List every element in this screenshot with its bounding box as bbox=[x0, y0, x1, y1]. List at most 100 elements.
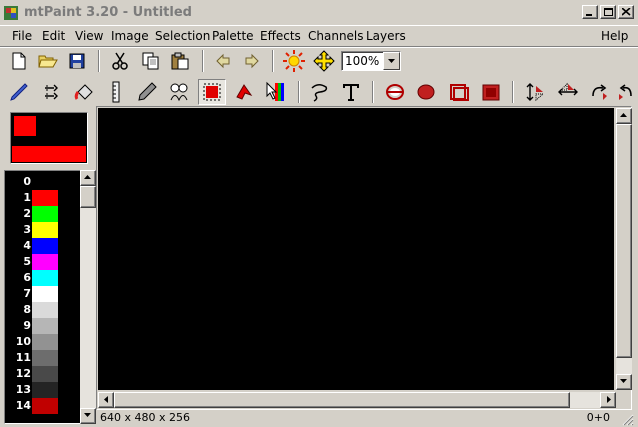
menu-selection[interactable]: Selection bbox=[155, 29, 210, 43]
zoom-dropdown-button[interactable] bbox=[383, 52, 400, 70]
select-tool[interactable] bbox=[198, 79, 226, 105]
flood-fill-tool[interactable] bbox=[72, 80, 96, 104]
palette-color-swatch[interactable] bbox=[32, 270, 58, 286]
canvas-scroll-down-button[interactable] bbox=[616, 374, 632, 390]
menu-layers[interactable]: Layers bbox=[366, 29, 406, 43]
palette-color-swatch[interactable] bbox=[32, 222, 58, 238]
flip-horizontal-button[interactable] bbox=[556, 80, 580, 104]
minimize-button[interactable] bbox=[582, 5, 598, 19]
palette-entry[interactable]: 5 bbox=[5, 254, 81, 270]
palette-scroll-thumb[interactable] bbox=[80, 186, 96, 208]
new-button[interactable] bbox=[7, 49, 31, 73]
palette-color-swatch[interactable] bbox=[32, 334, 58, 350]
canvas-scroll-up-button[interactable] bbox=[616, 108, 632, 124]
maximize-button[interactable] bbox=[600, 5, 616, 19]
palette-color-swatch[interactable] bbox=[32, 190, 58, 206]
open-button[interactable] bbox=[36, 49, 60, 73]
palette-color-swatch[interactable] bbox=[32, 350, 58, 366]
canvas-scroll-left-button[interactable] bbox=[98, 392, 114, 408]
palette-entry[interactable]: 7 bbox=[5, 286, 81, 302]
rectangle-outline-tool[interactable] bbox=[447, 80, 471, 104]
palette-color-swatch[interactable] bbox=[32, 302, 58, 318]
image-canvas[interactable] bbox=[98, 108, 614, 390]
flip-vertical-button[interactable] bbox=[523, 80, 547, 104]
palette-entry[interactable]: 8 bbox=[5, 302, 81, 318]
palette-entry[interactable]: 4 bbox=[5, 238, 81, 254]
ellipse-outline-tool[interactable] bbox=[383, 80, 407, 104]
text-tool[interactable] bbox=[339, 80, 363, 104]
toolbar-separator bbox=[202, 50, 204, 72]
palette-color-swatch[interactable] bbox=[32, 238, 58, 254]
pan-button[interactable] bbox=[312, 49, 336, 73]
palette-color-swatch[interactable] bbox=[32, 366, 58, 382]
palette-scroll-up-button[interactable] bbox=[80, 170, 96, 186]
paint-tool[interactable] bbox=[6, 80, 30, 104]
color-a-swatch[interactable] bbox=[14, 116, 36, 136]
close-button[interactable] bbox=[618, 5, 634, 19]
palette-entry[interactable]: 2 bbox=[5, 206, 81, 222]
shuffle-tool[interactable] bbox=[40, 80, 64, 104]
palette-entry[interactable]: 11 bbox=[5, 350, 81, 366]
canvas-vertical-scrollbar[interactable] bbox=[616, 108, 632, 390]
palette-entry[interactable]: 12 bbox=[5, 366, 81, 382]
copy-button[interactable] bbox=[139, 49, 163, 73]
color-b-swatch[interactable] bbox=[41, 116, 83, 144]
palette-color-swatch[interactable] bbox=[32, 174, 58, 190]
cut-icon bbox=[112, 52, 128, 70]
palette-color-swatch[interactable] bbox=[32, 382, 58, 398]
menu-image[interactable]: Image bbox=[111, 29, 149, 43]
palette-color-swatch[interactable] bbox=[32, 286, 58, 302]
flip-horizontal-icon bbox=[558, 82, 578, 96]
resize-grip-icon[interactable] bbox=[622, 414, 634, 426]
palette-color-swatch[interactable] bbox=[32, 318, 58, 334]
save-button[interactable] bbox=[65, 49, 89, 73]
zoom-value: 100% bbox=[345, 54, 380, 68]
palette-entry[interactable]: 1 bbox=[5, 190, 81, 206]
line-tool[interactable] bbox=[104, 80, 128, 104]
canvas-scroll-right-button[interactable] bbox=[600, 392, 616, 408]
menu-edit[interactable]: Edit bbox=[42, 29, 65, 43]
menu-help[interactable]: Help bbox=[601, 29, 628, 43]
menu-file[interactable]: File bbox=[12, 29, 32, 43]
menu-palette[interactable]: Palette bbox=[212, 29, 254, 43]
redo-icon bbox=[245, 53, 259, 69]
palette-scroll-down-button[interactable] bbox=[80, 408, 96, 424]
menu-view[interactable]: View bbox=[75, 29, 103, 43]
palette-color-swatch[interactable] bbox=[32, 206, 58, 222]
brightness-icon bbox=[283, 50, 305, 72]
palette-entry[interactable]: 6 bbox=[5, 270, 81, 286]
palette-color-swatch[interactable] bbox=[32, 398, 58, 414]
clone-tool[interactable] bbox=[167, 80, 191, 104]
palette-entry[interactable]: 10 bbox=[5, 334, 81, 350]
rotate-clockwise-button[interactable] bbox=[588, 80, 612, 104]
palette-entry[interactable]: 14 bbox=[5, 398, 81, 414]
smudge-tool[interactable] bbox=[135, 80, 159, 104]
lasso-tool[interactable] bbox=[307, 80, 331, 104]
menu-effects[interactable]: Effects bbox=[260, 29, 301, 43]
paste-button[interactable] bbox=[168, 49, 192, 73]
polygon-select-tool[interactable] bbox=[232, 80, 256, 104]
pattern-swatch[interactable] bbox=[12, 146, 86, 162]
gradient-tool[interactable] bbox=[264, 80, 288, 104]
color-swatch-ab[interactable] bbox=[10, 112, 88, 164]
toolbar-separator bbox=[512, 81, 514, 103]
palette-entry[interactable]: 9 bbox=[5, 318, 81, 334]
redo-button[interactable] bbox=[240, 49, 264, 73]
palette-entry[interactable]: 13 bbox=[5, 382, 81, 398]
palette-entry[interactable]: 0 bbox=[5, 174, 81, 190]
menu-channels[interactable]: Channels bbox=[308, 29, 364, 43]
rotate-anticlockwise-button[interactable] bbox=[616, 80, 636, 104]
canvas-vscroll-thumb[interactable] bbox=[616, 124, 632, 358]
palette-scrollbar[interactable] bbox=[80, 170, 96, 424]
palette-index: 5 bbox=[23, 255, 31, 268]
canvas-horizontal-scrollbar[interactable] bbox=[98, 392, 616, 408]
rectangle-filled-tool[interactable] bbox=[479, 80, 503, 104]
ellipse-filled-tool[interactable] bbox=[414, 80, 438, 104]
cut-button[interactable] bbox=[108, 49, 132, 73]
brightness-button[interactable] bbox=[282, 49, 306, 73]
palette-color-swatch[interactable] bbox=[32, 254, 58, 270]
palette-entry[interactable]: 3 bbox=[5, 222, 81, 238]
undo-button[interactable] bbox=[211, 49, 235, 73]
canvas-hscroll-thumb[interactable] bbox=[114, 392, 570, 408]
straight-line-icon bbox=[112, 81, 120, 103]
